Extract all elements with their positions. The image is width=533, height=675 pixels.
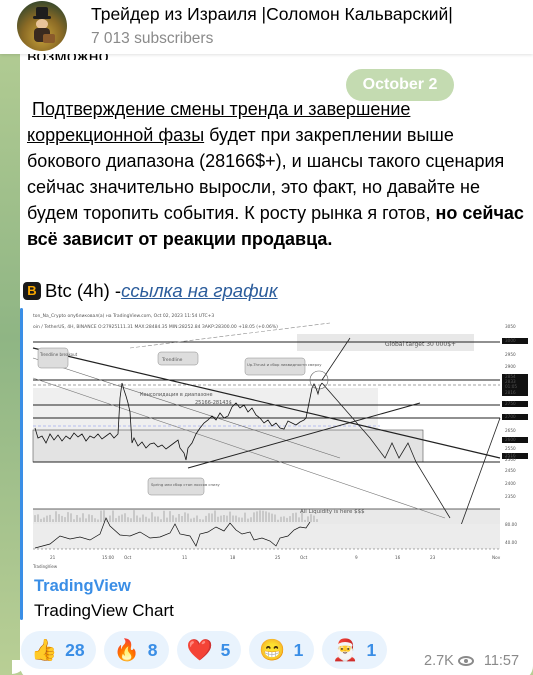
price-tick: 3050 [505, 324, 516, 329]
time-tick: Nov [492, 555, 501, 560]
chart-link-line: B Btc (4h) - ссылка на график [23, 280, 278, 302]
price-tick: 2400 [505, 481, 516, 486]
chart-caption-1: ton_Na_Crypto опубликовал(а) на TradingV… [33, 313, 214, 319]
reaction-heart[interactable]: ❤️ 5 [176, 631, 242, 669]
consolidation-label: Консолидация в диапазоне [140, 392, 213, 398]
message-text: Подтверждение смены тренда и завершение … [27, 96, 527, 252]
price-axis: 30503000295029002854283301:0528162750270… [502, 324, 528, 545]
reaction-count: 8 [147, 639, 158, 660]
reaction-count: 28 [65, 639, 85, 660]
time-tick: 9 [355, 555, 358, 560]
btc-label: Btc (4h) - [45, 280, 122, 301]
reaction-count: 1 [366, 639, 377, 660]
time-tick: 11 [182, 555, 188, 560]
chart-caption-2: oin / TetherUS, 4H, BINANCE O:27925111.3… [33, 324, 278, 330]
price-tick: 2950 [505, 352, 516, 357]
message-time: 11:57 [483, 653, 520, 669]
callout-spring: Spring или сбор стоп лоссов снизу [151, 482, 220, 487]
link-preview-accent [20, 308, 23, 620]
reaction-count: 1 [293, 639, 304, 660]
time-axis: 21 15:00 Oct 11 18 25 Oct 9 16 23 Nov [50, 555, 501, 560]
price-tick: 3000 [505, 338, 516, 343]
price-tick: 2650 [505, 428, 516, 433]
callout-upthrust: Up-Thrust и сбор ликвидности сверху [247, 362, 322, 367]
oscillator-panel [33, 524, 500, 549]
price-tick: 2900 [505, 364, 516, 369]
time-tick: 15:00 [102, 555, 114, 560]
view-count: 2.7K [424, 653, 454, 669]
liquidity-label: All Liquidity is here $$$ [300, 509, 365, 515]
time-tick: 21 [50, 555, 56, 560]
channel-avatar[interactable] [17, 1, 67, 51]
fire-icon: 🔥 [113, 638, 140, 662]
chart-link[interactable]: ссылка на график [121, 280, 278, 302]
callout-trendline: Trendline [161, 357, 183, 363]
price-tick: 2450 [505, 468, 516, 473]
reaction-thumbs-up[interactable]: 👍 28 [21, 631, 96, 669]
bitcoin-icon: B [23, 282, 41, 300]
reaction-grin[interactable]: 😁 1 [249, 631, 315, 669]
thumbs-up-icon: 👍 [31, 638, 58, 662]
reaction-fire[interactable]: 🔥 8 [103, 631, 169, 669]
price-tick: 2816 [505, 390, 516, 395]
time-tick: 16 [395, 555, 401, 560]
price-tick: 2500 [505, 457, 516, 462]
heart-icon: ❤️ [186, 638, 213, 662]
santa-icon: 🎅 [332, 638, 359, 662]
chart-preview-image[interactable]: ton_Na_Crypto опубликовал(а) на TradingV… [30, 308, 530, 570]
price-tick: 2350 [505, 494, 516, 499]
osc-tick: 40.00 [505, 540, 517, 545]
range-label: 25166-28143$ [195, 400, 232, 406]
reactions-bar: 👍 28 🔥 8 ❤️ 5 😁 1 🎅 1 [21, 631, 388, 669]
price-tick: 01:05 [505, 384, 517, 389]
time-tick: Oct [124, 555, 132, 560]
callout-trendline-breakout: Trendline breakout [39, 352, 78, 357]
price-tick: 2550 [505, 446, 516, 451]
eye-icon [457, 656, 474, 666]
date-pill: October 2 [346, 69, 454, 101]
osc-tick: 80.00 [505, 522, 517, 527]
time-tick: 25 [275, 555, 281, 560]
time-tick: Oct [300, 555, 308, 560]
preview-title[interactable]: TradingView Chart [34, 601, 174, 621]
tradingview-watermark: TradingView [32, 564, 58, 569]
message-meta: 2.7K 11:57 [424, 653, 519, 669]
price-tick: 2750 [505, 401, 516, 406]
subscriber-count: 7 013 subscribers [91, 30, 214, 47]
time-tick: 23 [430, 555, 436, 560]
channel-header[interactable]: Трейдер из Израиля |Соломон Кальварский|… [0, 0, 533, 54]
channel-title[interactable]: Трейдер из Израиля |Соломон Кальварский| [91, 4, 453, 25]
price-tick: 2700 [505, 414, 516, 419]
price-tick: 2600 [505, 437, 516, 442]
time-tick: 18 [230, 555, 236, 560]
grin-icon: 😁 [259, 638, 286, 662]
reaction-count: 5 [220, 639, 231, 660]
preview-site-name[interactable]: TradingView [34, 577, 131, 596]
reaction-santa[interactable]: 🎅 1 [322, 631, 388, 669]
